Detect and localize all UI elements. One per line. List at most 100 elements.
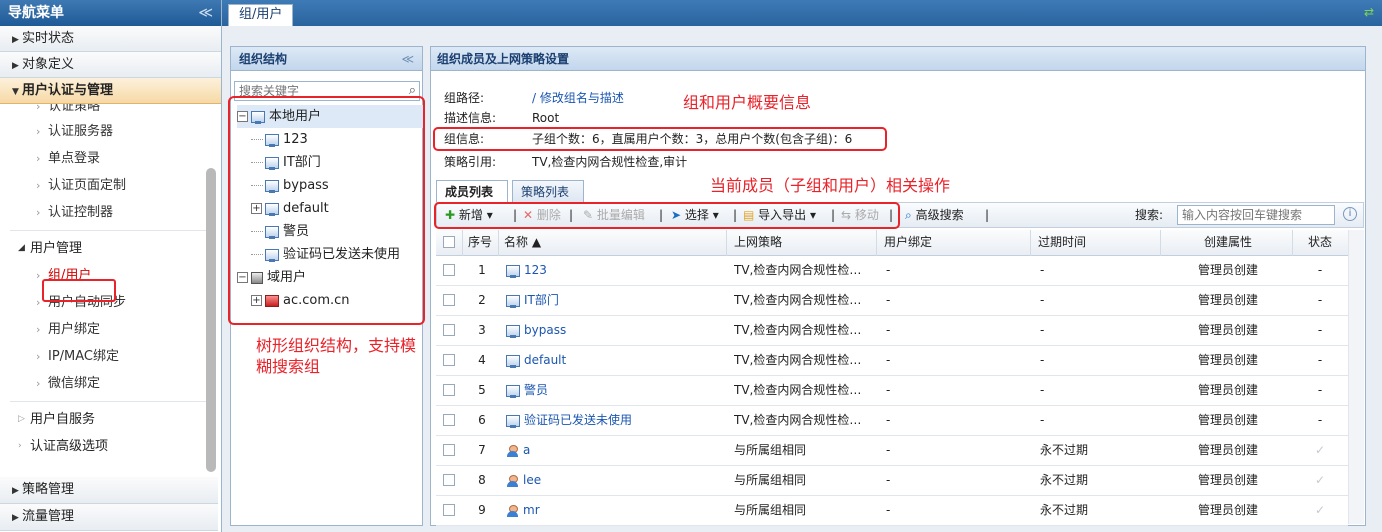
table-row[interactable]: 6 验证码已发送未使用 TV,检查内网合规性检… - - 管理员创建 - (436, 406, 1348, 436)
nav-collapse-icon[interactable]: ≪ (198, 0, 213, 26)
row-checkbox[interactable] (443, 444, 455, 456)
group-icon (506, 354, 520, 368)
col-header-binding[interactable]: 用户绑定 (884, 230, 932, 255)
member-name-link[interactable]: mr (523, 503, 540, 517)
nav-section-realtime[interactable]: ▶ 实时状态 (0, 26, 221, 52)
advanced-search-button[interactable]: ⌕ 高级搜索 (905, 203, 964, 227)
cell-name[interactable]: bypass (506, 316, 724, 345)
cell-policy: TV,检查内网合规性检… (734, 413, 862, 427)
nav-item-auth-policy[interactable]: › 认证策略 (0, 104, 218, 118)
cell-status: ✓ (1314, 503, 1326, 517)
col-header-policy[interactable]: 上网策略 (734, 230, 782, 255)
info-icon[interactable]: i (1343, 207, 1357, 221)
description-row: 描述信息: Root (444, 109, 559, 127)
nav-item-auth-advanced[interactable]: › 认证高级选项 (0, 433, 218, 460)
member-search-input[interactable] (1177, 205, 1335, 225)
cell-name[interactable]: default (506, 346, 724, 375)
table-row[interactable]: 3 bypass TV,检查内网合规性检… - - 管理员创建 - (436, 316, 1348, 346)
member-name-link[interactable]: IT部门 (524, 293, 559, 307)
member-name-link[interactable]: 警员 (524, 383, 548, 397)
chevron-right-icon: › (36, 377, 41, 390)
cell-binding: - (886, 413, 891, 427)
cell-name[interactable]: 验证码已发送未使用 (506, 406, 724, 435)
row-checkbox[interactable] (443, 504, 455, 516)
group-icon (506, 414, 520, 428)
row-checkbox[interactable] (443, 474, 455, 486)
table-row[interactable]: 4 default TV,检查内网合规性检… - - 管理员创建 - (436, 346, 1348, 376)
col-header-status[interactable]: 状态 (1292, 230, 1348, 255)
cell-binding: - (886, 503, 891, 517)
highlight-box-tree (228, 96, 425, 325)
collapse-icon[interactable]: ≪ (401, 47, 414, 71)
member-name-link[interactable]: 验证码已发送未使用 (524, 413, 632, 427)
search-icon: ⌕ (905, 208, 912, 222)
row-checkbox[interactable] (443, 294, 455, 306)
user-icon (506, 504, 519, 517)
row-checkbox[interactable] (443, 384, 455, 396)
member-name-link[interactable]: 123 (524, 263, 547, 277)
row-checkbox[interactable] (443, 414, 455, 426)
tab-group-user[interactable]: 组/用户 (228, 4, 294, 26)
nav-section-policy[interactable]: ▶ 策略管理 (0, 477, 218, 504)
nav-item-user-binding[interactable]: › 用户绑定 (0, 316, 218, 343)
select-all-checkbox[interactable] (443, 236, 455, 248)
member-name-link[interactable]: bypass (524, 323, 566, 337)
cell-binding: - (886, 263, 891, 277)
chevron-right-icon: › (36, 179, 41, 192)
nav-section-objects[interactable]: ▶ 对象定义 (0, 52, 221, 78)
caret-down-icon: ◢ (18, 243, 25, 253)
row-checkbox[interactable] (443, 354, 455, 366)
group-path-label: 组路径: (444, 91, 485, 105)
cell-name[interactable]: lee (506, 466, 724, 495)
table-row[interactable]: 2 IT部门 TV,检查内网合规性检… - - 管理员创建 - (436, 286, 1348, 316)
refresh-icon[interactable]: ⇄ (1364, 5, 1374, 19)
table-row[interactable]: 9 mr 与所属组相同 - 永不过期 管理员创建 ✓ (436, 496, 1348, 526)
tab-member-list[interactable]: 成员列表 (436, 180, 508, 203)
caret-right-icon: ▷ (18, 414, 25, 424)
cell-name[interactable]: 警员 (506, 376, 724, 405)
nav-item-sso[interactable]: › 单点登录 (0, 145, 218, 172)
row-checkbox[interactable] (443, 324, 455, 336)
member-name-link[interactable]: default (524, 353, 566, 367)
member-name-link[interactable]: a (523, 443, 530, 457)
row-checkbox[interactable] (443, 264, 455, 276)
chevron-right-icon: › (36, 125, 41, 138)
col-header-created[interactable]: 创建属性 (1168, 230, 1288, 255)
nav-item-auth-server[interactable]: › 认证服务器 (0, 118, 218, 145)
cell-created: 管理员创建 (1197, 293, 1258, 307)
col-header-expire[interactable]: 过期时间 (1038, 230, 1086, 255)
highlight-box-toolbar (434, 202, 900, 229)
nav-group-self-service[interactable]: ▷ 用户自服务 (0, 406, 218, 433)
nav-section-traffic[interactable]: ▶ 流量管理 (0, 504, 218, 531)
cell-created: 管理员创建 (1197, 413, 1258, 427)
member-name-link[interactable]: lee (523, 473, 541, 487)
cell-binding: - (886, 323, 891, 337)
nav-item-ip-mac-binding[interactable]: › IP/MAC绑定 (0, 343, 218, 370)
cell-name[interactable]: IT部门 (506, 286, 724, 315)
nav-divider (10, 401, 208, 402)
edit-group-link[interactable]: / 修改组名与描述 (532, 91, 624, 105)
col-header-name[interactable]: 名称 ▲ (504, 230, 541, 255)
nav-item-auth-controller[interactable]: › 认证控制器 (0, 199, 218, 226)
cell-no: 4 (478, 353, 486, 367)
table-row[interactable]: 8 lee 与所属组相同 - 永不过期 管理员创建 ✓ (436, 466, 1348, 496)
cell-binding: - (886, 353, 891, 367)
highlight-box-active-item (42, 279, 116, 302)
nav-item-auth-page[interactable]: › 认证页面定制 (0, 172, 218, 199)
table-row[interactable]: 1 123 TV,检查内网合规性检… - - 管理员创建 - (436, 256, 1348, 286)
cell-expire: - (1040, 383, 1045, 397)
nav-scrollbar[interactable] (206, 168, 216, 472)
nav-item-wechat-binding[interactable]: › 微信绑定 (0, 370, 218, 397)
cell-name[interactable]: 123 (506, 256, 724, 285)
chevron-right-icon: › (36, 269, 41, 282)
table-row[interactable]: 5 警员 TV,检查内网合规性检… - - 管理员创建 - (436, 376, 1348, 406)
table-row[interactable]: 7 a 与所属组相同 - 永不过期 管理员创建 ✓ (436, 436, 1348, 466)
nav-section-auth[interactable]: ▼ 用户认证与管理 (0, 78, 221, 104)
cell-name[interactable]: a (506, 436, 724, 465)
grid-scrollbar[interactable] (1348, 230, 1364, 524)
cell-expire: 永不过期 (1040, 503, 1089, 517)
nav-group-user-mgmt[interactable]: ◢ 用户管理 (0, 235, 218, 262)
cell-name[interactable]: mr (506, 496, 724, 525)
tab-policy-list[interactable]: 策略列表 (512, 180, 584, 203)
cell-no: 3 (478, 323, 486, 337)
